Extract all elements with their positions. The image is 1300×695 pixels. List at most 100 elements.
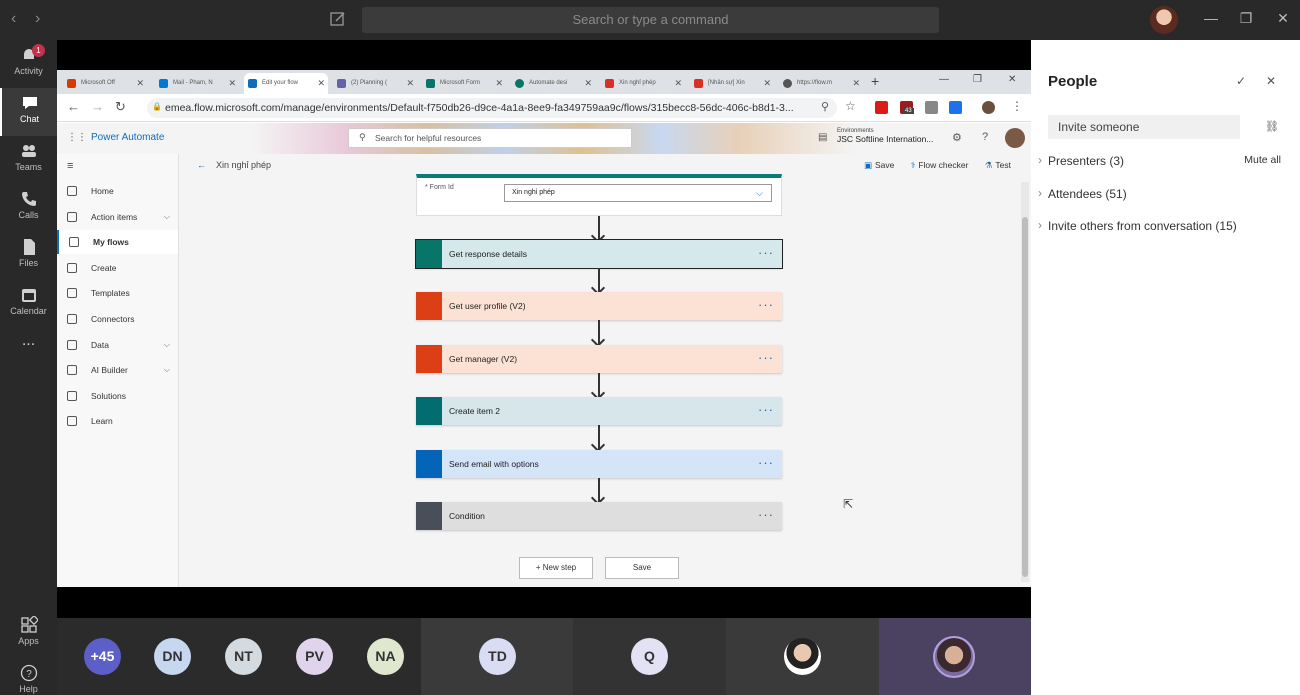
participant-avatar[interactable]: NT — [225, 638, 262, 675]
menu-icon[interactable]: ⋮ — [1011, 99, 1023, 113]
reload-icon[interactable]: ↻ — [115, 99, 126, 115]
browser-tab[interactable]: Microsoft Off ✕ — [63, 73, 147, 94]
tab-close-icon[interactable]: ✕ — [584, 73, 592, 94]
more-options-icon[interactable]: ··· — [758, 450, 774, 476]
new-tab-icon[interactable]: + — [871, 73, 879, 89]
browser-restore-icon[interactable]: ❐ — [973, 74, 982, 85]
participant-avatar[interactable]: DN — [154, 638, 191, 675]
mute-all-button[interactable]: Mute all — [1244, 154, 1281, 166]
restore-icon[interactable]: ❐ — [1238, 10, 1254, 26]
flow-step-card[interactable]: Send email with options ··· — [416, 449, 782, 478]
save-command[interactable]: ▣ Save — [864, 160, 894, 170]
invite-someone-input[interactable]: Invite someone — [1048, 115, 1240, 139]
rail-chat[interactable]: Chat — [0, 88, 57, 136]
close-icon[interactable]: ✕ — [1275, 10, 1291, 26]
tab-close-icon[interactable]: ✕ — [763, 73, 771, 94]
hamburger-icon[interactable]: ≡ — [67, 160, 73, 172]
participant-avatar[interactable]: NA — [367, 638, 404, 675]
nav-item-home[interactable]: Home — [57, 179, 178, 203]
environment-selector[interactable]: Environments JSC Softline Internation... — [837, 127, 933, 143]
participant-photo[interactable] — [784, 638, 821, 675]
attendees-group[interactable]: Attendees (51) — [1038, 186, 1127, 201]
more-options-icon[interactable]: ··· — [758, 502, 774, 528]
flow-step-card[interactable]: Get user profile (V2) ··· — [416, 292, 782, 321]
flow-step-card[interactable]: Get response details ··· — [415, 239, 783, 269]
app-launcher-icon[interactable]: ⋮⋮ — [67, 132, 87, 143]
nav-item-learn[interactable]: Learn — [57, 409, 178, 433]
rail-activity[interactable]: 1 Activity — [0, 40, 57, 88]
tab-close-icon[interactable]: ✕ — [495, 73, 503, 94]
back-icon[interactable]: ← — [67, 99, 80, 114]
scrollbar-thumb[interactable] — [1022, 217, 1028, 577]
url-field[interactable]: emea.flow.microsoft.com/manage/environme… — [147, 98, 837, 118]
browser-tab[interactable]: https://flow.m ✕ — [779, 73, 863, 94]
user-avatar[interactable] — [1150, 6, 1178, 34]
flow-step-card[interactable]: Get manager (V2) ··· — [416, 344, 782, 373]
rail-calendar[interactable]: Calendar — [0, 280, 57, 328]
participant-avatar[interactable]: TD — [479, 638, 516, 675]
save-button[interactable]: Save — [605, 557, 679, 579]
tab-close-icon[interactable]: ✕ — [317, 73, 325, 94]
tab-close-icon[interactable]: ✕ — [136, 73, 144, 94]
flow-step-card[interactable]: Condition ··· — [416, 502, 782, 530]
presenters-group[interactable]: Presenters (3) — [1038, 153, 1124, 168]
more-options-icon[interactable]: ··· — [758, 345, 774, 371]
tab-close-icon[interactable]: ✕ — [406, 73, 414, 94]
browser-tab[interactable]: [Nhân sự] Xin ✕ — [690, 73, 774, 94]
back-arrow-icon[interactable]: ‹ — [11, 10, 16, 28]
forward-icon[interactable]: → — [91, 99, 104, 114]
more-options-icon[interactable]: ··· — [758, 240, 774, 266]
profile-avatar[interactable] — [982, 101, 995, 114]
tab-close-icon[interactable]: ✕ — [228, 73, 236, 94]
calendar-extension-icon[interactable] — [949, 101, 962, 114]
browser-tab-active[interactable]: Edit your flow ✕ — [244, 73, 328, 94]
rail-apps[interactable]: Apps — [0, 610, 57, 658]
forward-arrow-icon[interactable]: › — [35, 10, 40, 28]
app-title[interactable]: Power Automate — [91, 132, 164, 143]
flow-checker-command[interactable]: ⚕ Flow checker — [911, 160, 969, 170]
minimize-icon[interactable]: — — [1203, 10, 1219, 26]
participant-avatar[interactable]: Q — [631, 638, 668, 675]
compose-icon[interactable] — [329, 10, 347, 28]
help-icon[interactable]: ? — [982, 131, 988, 143]
test-command[interactable]: ⚗ Test — [985, 160, 1011, 170]
tab-close-icon[interactable]: ✕ — [674, 73, 682, 94]
new-step-button[interactable]: + New step — [519, 557, 593, 579]
nav-item-ai-builder[interactable]: AI Builder ⌵ — [57, 358, 178, 382]
nav-item-create[interactable]: Create — [57, 256, 178, 280]
rail-calls[interactable]: Calls — [0, 184, 57, 232]
invite-others-group[interactable]: Invite others from conversation (15) — [1038, 218, 1237, 233]
form-id-dropdown[interactable]: Xin nghỉ phép ⌵ — [504, 184, 772, 202]
browser-minimize-icon[interactable]: — — [939, 74, 949, 85]
nav-item-templates[interactable]: Templates — [57, 281, 178, 305]
browser-close-icon[interactable]: ✕ — [1008, 74, 1016, 85]
rail-teams[interactable]: Teams — [0, 136, 57, 184]
angular-extension-icon[interactable] — [875, 101, 888, 114]
browser-tab[interactable]: (2) Planning (✕ — [333, 73, 417, 94]
nav-item-my-flows[interactable]: My flows — [57, 230, 178, 255]
zoom-icon[interactable]: ⚲ — [821, 100, 829, 113]
nav-item-connectors[interactable]: Connectors — [57, 307, 178, 331]
star-icon[interactable]: ☆ — [845, 99, 856, 113]
participant-avatar[interactable]: PV — [296, 638, 333, 675]
check-dismiss-icon[interactable]: ✓ — [1236, 74, 1246, 88]
nav-item-solutions[interactable]: Solutions — [57, 384, 178, 408]
vertical-scrollbar[interactable] — [1021, 182, 1029, 582]
search-input[interactable]: Search or type a command — [362, 7, 939, 33]
active-speaker-photo[interactable] — [933, 636, 975, 678]
camera-extension-icon[interactable] — [925, 101, 938, 114]
settings-gear-icon[interactable]: ⚙ — [952, 131, 962, 144]
more-options-icon[interactable]: ··· — [758, 397, 774, 423]
share-link-icon[interactable]: ⛓ — [1265, 120, 1279, 133]
more-options-icon[interactable]: ··· — [758, 292, 774, 318]
browser-tab[interactable]: Microsoft Form ✕ — [422, 73, 506, 94]
tab-close-icon[interactable]: ✕ — [852, 73, 860, 94]
more-icon[interactable]: ... — [0, 332, 57, 380]
browser-tab[interactable]: Xin nghỉ phép ✕ — [601, 73, 685, 94]
rail-help[interactable]: ? Help — [0, 658, 57, 695]
close-panel-icon[interactable]: ✕ — [1266, 74, 1276, 88]
participant-avatar[interactable]: +45 — [84, 638, 121, 675]
back-arrow-icon[interactable]: ← — [197, 160, 206, 170]
flow-step-card[interactable]: Create item 2 ··· — [416, 397, 782, 426]
browser-tab[interactable]: Mail - Pham, N ✕ — [155, 73, 239, 94]
